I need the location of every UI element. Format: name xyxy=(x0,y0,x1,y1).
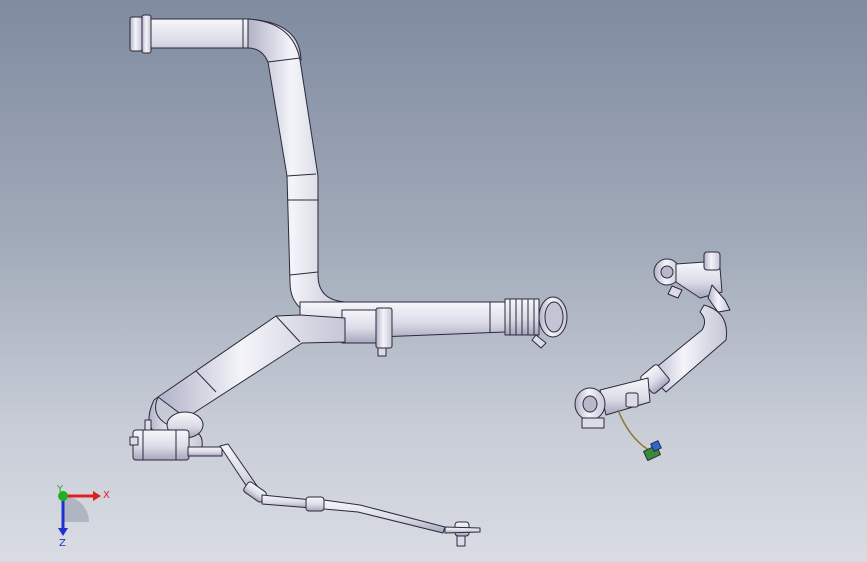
turbo-pipe-subassembly[interactable] xyxy=(574,251,731,461)
y-axis-label: Y xyxy=(56,484,64,495)
main-exhaust-pipe-assembly[interactable] xyxy=(129,14,568,547)
upper-turbo-housing xyxy=(653,251,731,313)
z-axis-arrowhead xyxy=(58,528,68,536)
descending-pipe xyxy=(247,18,346,319)
3d-model-view[interactable]: X Y Z xyxy=(0,0,867,562)
sensor-wire xyxy=(617,409,653,453)
x-axis-arrowhead xyxy=(93,491,101,501)
lower-turbo-housing xyxy=(574,377,651,429)
small-tube-line[interactable] xyxy=(219,443,481,547)
cad-graphics-viewport[interactable]: X Y Z xyxy=(0,0,867,562)
x-axis-label: X xyxy=(103,490,110,501)
coordinate-triad: X Y Z xyxy=(56,484,110,549)
corrugated-outlet-bellows xyxy=(504,296,568,349)
sensor-connector xyxy=(643,440,662,461)
top-inlet-flange xyxy=(129,14,152,54)
z-axis-label: Z xyxy=(59,538,66,549)
pipe-clamp[interactable] xyxy=(341,307,393,357)
diagonal-branch-pipe xyxy=(157,314,346,419)
triad-plane xyxy=(63,496,89,522)
